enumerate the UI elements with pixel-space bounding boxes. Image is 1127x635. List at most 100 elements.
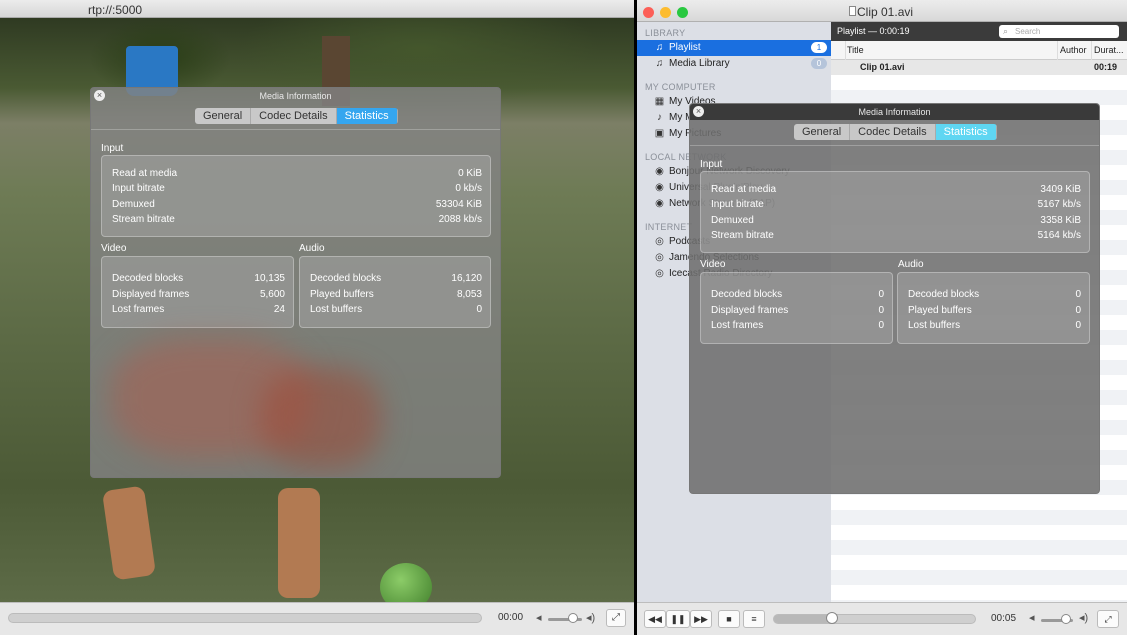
volume-low-icon[interactable]: ◂ (536, 611, 542, 624)
video-section-label: Video (101, 243, 127, 254)
stat-value: 24 (273, 304, 285, 315)
close-icon[interactable]: × (94, 90, 105, 101)
row-title: Clip 01.avi (860, 62, 905, 72)
sidebar-item-label: Media Library (669, 58, 730, 69)
tab-general[interactable]: General (195, 108, 252, 124)
media-info-panel-left: Media Information × General Codec Detail… (90, 87, 501, 478)
rewind-button[interactable]: ◀◀ (644, 610, 666, 628)
stat-value: 0 (1075, 305, 1081, 316)
seek-bar[interactable] (8, 613, 482, 623)
stat-row: Lost buffers 0 (310, 302, 482, 317)
fast-forward-icon: ▶▶ (694, 614, 708, 624)
table-row[interactable]: Clip 01.avi 00:19 (831, 60, 1127, 75)
stat-value: 0 (1075, 320, 1081, 331)
fast-forward-button[interactable]: ▶▶ (690, 610, 712, 628)
stat-label: Lost frames (112, 304, 165, 315)
broadcast-icon: ◎ (655, 268, 664, 279)
stat-row: Decoded blocks 10,135 (112, 271, 285, 286)
close-window-icon[interactable] (643, 7, 654, 18)
stat-row: Decoded blocks 0 (908, 287, 1081, 302)
tab-bar: General Codec Details Statistics (794, 124, 997, 140)
stat-label: Read at media (112, 168, 178, 179)
seek-bar-fill (774, 615, 831, 623)
list-icon: ≡ (751, 614, 757, 624)
stat-row: Lost frames 0 (711, 318, 884, 333)
stat-value: 16,120 (451, 273, 482, 284)
pause-icon: ❚❚ (670, 614, 686, 624)
fullscreen-button[interactable]: ⤢ (1097, 610, 1119, 628)
stat-value: 10,135 (254, 273, 285, 284)
stat-row: Displayed frames 0 (711, 303, 884, 318)
volume-low-icon[interactable]: ◂ (1029, 611, 1035, 624)
stat-row: Demuxed 3358 KiB (711, 213, 1081, 228)
column-author[interactable]: Author (1060, 45, 1087, 55)
left-title-bar[interactable]: rtp://:5000 (0, 0, 634, 18)
stat-value: 3358 KiB (1040, 215, 1081, 226)
search-icon: ⌕ (1003, 26, 1009, 36)
sidebar-item-media-library[interactable]: ♫ Media Library 0 (637, 56, 831, 72)
playlist-toggle-button[interactable]: ≡ (743, 610, 765, 628)
stat-label: Lost frames (711, 320, 764, 331)
sidebar-item-label: Playlist (669, 42, 701, 53)
seek-bar[interactable] (773, 614, 976, 624)
document-icon (849, 6, 856, 16)
pause-button[interactable]: ❚❚ (666, 610, 690, 628)
column-title[interactable]: Title (847, 45, 864, 55)
minimize-window-icon[interactable] (660, 7, 671, 18)
column-duration[interactable]: Durat... (1094, 45, 1124, 55)
search-input[interactable]: Search ⌕ (999, 25, 1119, 38)
stat-row: Read at media 3409 KiB (711, 182, 1081, 197)
stat-row: Played buffers 0 (908, 303, 1081, 318)
stat-row: Demuxed 53304 KiB (112, 197, 482, 212)
stat-value: 3409 KiB (1040, 184, 1081, 195)
sidebar-header-library: LIBRARY (645, 28, 686, 38)
stat-value: 0 (1075, 289, 1081, 300)
right-title-bar[interactable]: Clip 01.avi (637, 0, 1127, 22)
volume-high-icon[interactable]: ◂) (586, 611, 595, 624)
stat-value: 5,600 (259, 289, 285, 300)
stat-row: Played buffers 8,053 (310, 287, 482, 302)
stop-button[interactable]: ■ (718, 610, 740, 628)
volume-knob[interactable] (1061, 614, 1071, 624)
audio-section-label: Audio (898, 259, 924, 270)
tab-codec-details[interactable]: Codec Details (251, 108, 337, 124)
input-box: Read at media 3409 KiB Input bitrate 5167 … (700, 171, 1090, 253)
tab-statistics[interactable]: Statistics (336, 108, 398, 124)
close-icon[interactable]: × (693, 106, 704, 117)
stat-row: Decoded blocks 0 (711, 287, 884, 302)
stat-label: Stream bitrate (112, 214, 175, 225)
stat-value: 0 kb/s (455, 183, 482, 194)
tab-bar: General Codec Details Statistics (195, 108, 398, 124)
stat-label: Stream bitrate (711, 230, 774, 241)
dog-leg (278, 488, 320, 598)
left-controls-bar: 00:00 ◂ ◂) ⤢ (0, 602, 634, 635)
zoom-window-icon[interactable] (677, 7, 688, 18)
picture-icon: ▣ (654, 128, 665, 139)
volume-knob[interactable] (568, 613, 578, 623)
broadcast-icon: ◎ (655, 236, 664, 247)
stat-label: Lost buffers (908, 320, 961, 331)
playlist-header-label: Playlist — 0:00:19 (837, 26, 910, 36)
broadcast-icon: ◎ (655, 252, 664, 263)
volume-high-icon[interactable]: ◂) (1079, 611, 1088, 624)
media-info-title: Media Information (690, 104, 1099, 120)
film-icon: ▦ (654, 96, 665, 107)
fullscreen-icon[interactable]: ⤢ (606, 609, 626, 627)
tab-codec-details[interactable]: Codec Details (850, 124, 936, 140)
video-box: Decoded blocks 0 Displayed frames 0 Lost f… (700, 272, 893, 344)
stat-row: Decoded blocks 16,120 (310, 271, 482, 286)
stat-label: Decoded blocks (310, 273, 382, 284)
tab-statistics[interactable]: Statistics (935, 124, 997, 140)
video-box: Decoded blocks 10,135 Displayed frames 5,6… (101, 256, 294, 328)
seek-knob[interactable] (826, 612, 838, 624)
tab-general[interactable]: General (794, 124, 851, 140)
stat-label: Demuxed (711, 215, 754, 226)
stat-row: Stream bitrate 2088 kb/s (112, 212, 482, 227)
stat-value: 5167 kb/s (1037, 199, 1081, 210)
stat-label: Input bitrate (711, 199, 764, 210)
sidebar-item-playlist[interactable]: ♫ Playlist 1 (637, 40, 831, 56)
music-note-icon: ♫ (655, 58, 664, 69)
count-badge: 1 (811, 42, 827, 53)
audio-box: Decoded blocks 16,120 Played buffers 8,053… (299, 256, 491, 328)
stat-row: Input bitrate 5167 kb/s (711, 197, 1081, 212)
